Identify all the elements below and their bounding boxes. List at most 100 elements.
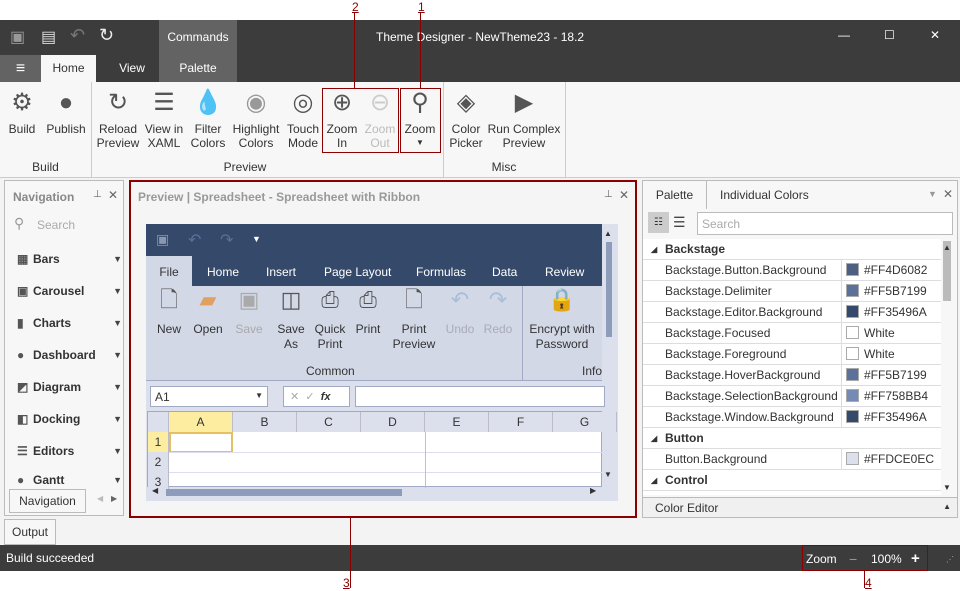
palette-row[interactable]: Backstage.Delimiter #FF5B7199 xyxy=(643,281,941,302)
color-value[interactable]: #FF35496A xyxy=(841,407,941,428)
nav-item-diagram[interactable]: ◩ Diagram ▼ xyxy=(17,377,122,397)
cancel-icon[interactable]: ✕ xyxy=(290,391,299,403)
pin-icon[interactable]: ⊥ xyxy=(604,189,613,200)
color-value[interactable]: #FF5B7199 xyxy=(841,365,941,386)
ss-print-preview-button[interactable]: 🗋 Print Preview xyxy=(390,289,438,352)
palette-row[interactable]: Backstage.SelectionBackground #FF758BB4 xyxy=(643,386,941,407)
column-header[interactable]: C xyxy=(297,412,361,432)
scroll-right-icon[interactable]: ▶ xyxy=(111,494,117,503)
column-header[interactable]: G xyxy=(553,412,617,432)
color-editor-header[interactable]: Color Editor ▲ xyxy=(643,497,957,517)
categorized-view-icon[interactable]: ☷ xyxy=(648,212,669,233)
save-icon[interactable]: ▣ xyxy=(10,27,25,47)
color-value[interactable]: White xyxy=(841,344,941,365)
column-header[interactable]: F xyxy=(489,412,553,432)
nav-item-gantt[interactable]: ● Gantt ▼ xyxy=(17,472,122,488)
close-button[interactable]: ✕ xyxy=(930,28,940,42)
tab-palette[interactable]: Palette xyxy=(159,55,237,82)
filter-colors-button[interactable]: 💧 Filter Colors xyxy=(189,88,227,151)
minimize-button[interactable]: — xyxy=(838,28,850,42)
color-value[interactable]: #FF4D6082 xyxy=(841,260,941,281)
ss-tab-page-layout[interactable]: Page Layout xyxy=(324,256,391,288)
palette-row[interactable]: Button.Background #FFDCE0EC xyxy=(643,449,941,470)
scroll-left-icon[interactable]: ◀ xyxy=(97,494,103,503)
ss-tab-insert[interactable]: Insert xyxy=(266,256,296,288)
save-all-icon[interactable]: ▤ xyxy=(41,27,56,47)
ss-save-button[interactable]: ▣ Save xyxy=(234,289,264,337)
tab-individual-colors[interactable]: Individual Colors xyxy=(720,188,809,202)
ss-quick-print-button[interactable]: ⎙ Quick Print xyxy=(312,289,348,352)
scroll-up-icon[interactable]: ▲ xyxy=(604,229,612,238)
name-box[interactable]: A1 ▼ xyxy=(150,386,268,407)
ss-save-as-button[interactable]: ◫ Save As xyxy=(274,289,308,352)
ss-tab-review[interactable]: Review xyxy=(545,256,584,288)
tab-palette-colors[interactable]: Palette xyxy=(643,181,707,209)
navigation-bottom-tab[interactable]: Navigation xyxy=(9,489,86,513)
run-complex-preview-button[interactable]: ▶ Run Complex Preview xyxy=(487,88,561,151)
formula-bar-input[interactable] xyxy=(355,386,605,407)
customize-qat-icon[interactable]: ▼ xyxy=(252,234,261,244)
selected-cell[interactable] xyxy=(169,432,233,453)
vertical-scrollbar[interactable] xyxy=(606,242,612,337)
ss-tab-data[interactable]: Data xyxy=(492,256,517,288)
column-header[interactable]: A xyxy=(169,412,233,432)
zoom-out-button[interactable]: − xyxy=(849,546,857,572)
file-menu-button[interactable]: ≡ xyxy=(0,55,41,82)
color-value[interactable]: #FF758BB4 xyxy=(841,386,941,407)
scroll-up-icon[interactable]: ▲ xyxy=(943,243,951,252)
nav-item-bars[interactable]: ▦ Bars ▼ xyxy=(17,249,122,269)
ss-encrypt-button[interactable]: 🔒 Encrypt with Password xyxy=(526,289,598,352)
color-value[interactable]: White xyxy=(841,323,941,344)
tab-view[interactable]: View xyxy=(106,55,158,82)
scroll-down-icon[interactable]: ▼ xyxy=(604,470,612,479)
color-value[interactable]: #FF35496A xyxy=(841,302,941,323)
redo-icon[interactable]: ↷ xyxy=(220,230,233,250)
maximize-button[interactable]: ☐ xyxy=(884,28,895,42)
color-picker-button[interactable]: ◈ Color Picker xyxy=(446,88,486,151)
ss-tab-file[interactable]: File xyxy=(146,256,192,286)
palette-search-input[interactable]: Search xyxy=(697,212,953,235)
close-icon[interactable]: ✕ xyxy=(108,188,118,202)
column-header[interactable]: D xyxy=(361,412,425,432)
ss-new-button[interactable]: 🗋 New xyxy=(154,289,184,337)
highlight-colors-button[interactable]: ◉ Highlight Colors xyxy=(230,88,282,151)
zoom-in-button[interactable]: + xyxy=(911,546,920,572)
check-icon[interactable]: ✓ xyxy=(305,391,314,403)
palette-row[interactable]: Backstage.Button.Background #FF4D6082 xyxy=(643,260,941,281)
column-header[interactable]: E xyxy=(425,412,489,432)
undo-icon[interactable]: ↶ xyxy=(70,25,85,46)
close-icon[interactable]: ✕ xyxy=(619,188,629,202)
palette-row[interactable]: Backstage.Foreground White xyxy=(643,344,941,365)
category-control[interactable]: ◢ Control xyxy=(643,470,941,491)
view-in-xaml-button[interactable]: ☰ View in XAML xyxy=(143,88,185,151)
ss-redo-button[interactable]: ↷ Redo xyxy=(480,289,516,337)
row-header[interactable]: 2 xyxy=(148,452,169,472)
scroll-left-icon[interactable]: ◀ xyxy=(152,486,158,495)
palette-row[interactable]: Backstage.HoverBackground #FF5B7199 xyxy=(643,365,941,386)
save-icon[interactable]: ▣ xyxy=(156,231,169,248)
horizontal-scrollbar[interactable] xyxy=(166,489,402,496)
close-icon[interactable]: ✕ xyxy=(943,187,953,201)
redo-icon[interactable]: ↻ xyxy=(99,25,114,46)
palette-row[interactable]: Backstage.Window.Background #FF35496A xyxy=(643,407,941,428)
category-backstage[interactable]: ◢ Backstage xyxy=(643,239,941,260)
ss-undo-button[interactable]: ↶ Undo xyxy=(442,289,478,337)
reload-preview-button[interactable]: ↻ Reload Preview xyxy=(96,88,140,151)
nav-item-editors[interactable]: ☰ Editors ▼ xyxy=(17,441,122,461)
nav-item-dashboard[interactable]: ● Dashboard ▼ xyxy=(17,345,122,365)
resize-grip-icon[interactable]: ⋰ xyxy=(946,547,954,573)
nav-item-carousel[interactable]: ▣ Carousel ▼ xyxy=(17,281,122,301)
list-view-icon[interactable]: ☰ xyxy=(673,214,686,231)
category-button[interactable]: ◢ Button xyxy=(643,428,941,449)
ss-open-button[interactable]: ▰ Open xyxy=(190,289,226,337)
publish-button[interactable]: ● Publish xyxy=(44,88,88,137)
row-header[interactable]: 1 xyxy=(148,432,169,452)
ss-tab-home[interactable]: Home xyxy=(207,256,239,288)
color-value[interactable]: #FF5B7199 xyxy=(841,281,941,302)
scroll-down-icon[interactable]: ▼ xyxy=(943,483,951,492)
undo-icon[interactable]: ↶ xyxy=(188,230,201,250)
ss-tab-formulas[interactable]: Formulas xyxy=(416,256,466,288)
pin-icon[interactable]: ⊥ xyxy=(93,189,102,200)
touch-mode-button[interactable]: ◎ Touch Mode xyxy=(285,88,321,151)
navigation-search-input[interactable]: Search xyxy=(37,218,75,232)
